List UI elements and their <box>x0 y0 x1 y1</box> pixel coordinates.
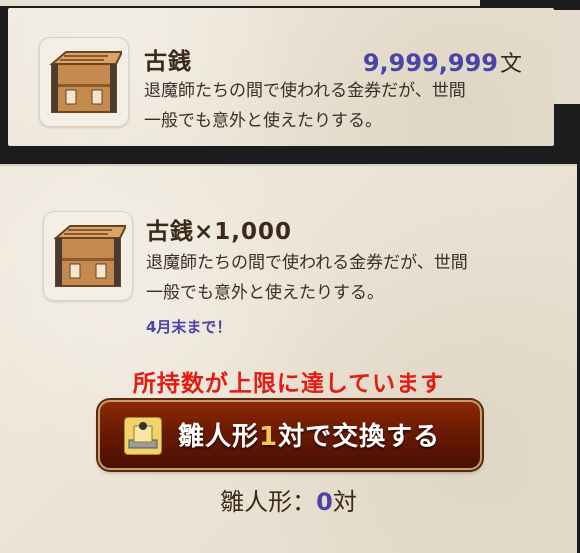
exchange-item-description: 退魔師たちの間で使われる金券だが、世間 一般でも意外と使えたりする。 <box>146 248 468 308</box>
owned-description-line2: 一般でも意外と使えたりする。 <box>144 111 382 131</box>
owned-count-value: 9,999,999 <box>362 49 498 77</box>
exchange-label-prefix: 雛人形 <box>178 422 260 452</box>
owned-item-count: 9,999,999文 <box>363 46 522 78</box>
exchange-button[interactable]: 雛人形1対で交換する <box>100 402 480 468</box>
top-edge <box>0 0 480 6</box>
owned-item-panel: 古銭 9,999,999文 退魔師たちの間で使われる金券だが、世間 一般でも意外… <box>8 8 554 146</box>
crate-icon <box>40 38 128 126</box>
owned-item-description: 退魔師たちの間で使われる金券だが、世間 一般でも意外と使えたりする。 <box>144 76 466 136</box>
hina-count-unit: 対 <box>332 488 357 516</box>
limit-warning: 所持数が上限に達しています <box>132 371 445 397</box>
exchange-label-count: 1 <box>259 422 279 452</box>
hina-count-value: 0 <box>316 488 333 516</box>
panel-edge-strip <box>554 10 580 104</box>
exchange-deadline: 4月末まで！ <box>146 318 232 336</box>
exchange-item-name: 古銭×1,000 <box>146 219 293 245</box>
owned-description-line1: 退魔師たちの間で使われる金券だが、世間 <box>144 81 466 101</box>
hina-doll-count: 雛人形：0対 <box>0 482 577 517</box>
owned-item-name: 古銭 <box>144 49 192 75</box>
hina-doll-icon <box>124 417 162 455</box>
owned-count-unit: 文 <box>499 52 522 77</box>
exchange-button-label: 雛人形1対で交換する <box>178 416 440 453</box>
exchange-description-line2: 一般でも意外と使えたりする。 <box>146 283 384 303</box>
crate-icon <box>44 212 132 300</box>
hina-count-label: 雛人形： <box>220 488 317 516</box>
exchange-description-line1: 退魔師たちの間で使われる金券だが、世間 <box>146 253 468 273</box>
exchange-label-suffix: 対で交換する <box>278 422 441 452</box>
